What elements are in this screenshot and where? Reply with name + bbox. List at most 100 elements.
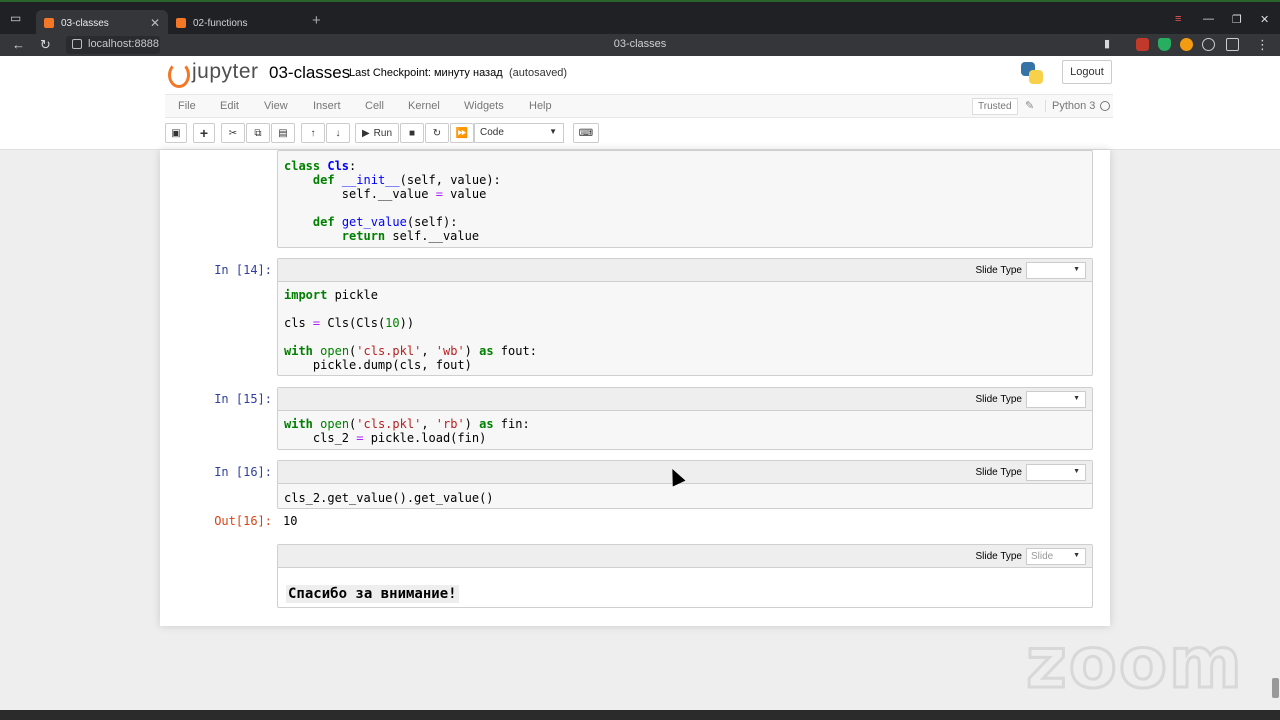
slide-toolbar: Slide Type Slide ▼ — [278, 545, 1092, 568]
zoom-watermark: zoom — [1025, 621, 1244, 706]
bookmark-icon[interactable]: ▮ — [1104, 37, 1110, 50]
slide-type-label: Slide Type — [975, 467, 1022, 478]
page-title: 03-classes — [613, 38, 667, 50]
code-cell-14[interactable]: Slide Type ▼ import pickle cls = Cls(Cls… — [277, 258, 1093, 376]
reload-icon[interactable]: ↻ — [40, 37, 51, 53]
tab-label: 03-classes — [61, 17, 109, 29]
extension-icon[interactable] — [1136, 38, 1149, 51]
plus-icon: + — [199, 125, 209, 141]
python-logo-icon — [1019, 60, 1045, 86]
menu-help[interactable]: Help — [529, 100, 552, 112]
minimize-icon[interactable]: — — [1203, 13, 1214, 25]
browser-tab-bar: ▭ 03-classes ✕ 02-functions + ≡ — ❐ ✕ — [0, 0, 1280, 36]
copy-button[interactable]: ⧉ — [246, 123, 270, 143]
fast-forward-icon: ⏩ — [455, 127, 469, 139]
menu-bar: File Edit View Insert Cell Kernel Widget… — [165, 94, 1113, 118]
chevron-down-icon: ▼ — [1073, 468, 1080, 475]
notebook-toolbar: ▣ + ✂ ⧉ ▤ ↑ ↓ ▶ Run ■ ↻ ⏩ Code ▼ ⌨ — [165, 122, 1113, 146]
site-info-icon[interactable] — [72, 39, 82, 49]
slide-type-select[interactable]: ▼ — [1026, 262, 1086, 279]
new-tab-icon[interactable]: + — [312, 12, 321, 29]
trusted-indicator[interactable]: Trusted — [972, 98, 1018, 115]
menu-widgets[interactable]: Widgets — [464, 100, 504, 112]
slide-type-label: Slide Type — [975, 551, 1022, 562]
step-forward-icon: ▶ — [361, 127, 370, 139]
menu-edit[interactable]: Edit — [220, 100, 239, 112]
extension-icon[interactable] — [1180, 38, 1193, 51]
copy-icon: ⧉ — [254, 127, 262, 139]
restart-icon: ↻ — [432, 127, 442, 139]
notebook-area[interactable]: class Cls: def __init__(self, value): se… — [0, 150, 1280, 710]
tab-close-icon[interactable]: ✕ — [150, 16, 160, 30]
cell-16-prompt: In [16]: — [214, 465, 272, 479]
move-up-button[interactable]: ↑ — [301, 123, 325, 143]
pencil-icon[interactable]: ✎ — [1025, 99, 1034, 112]
cell-14-prompt: In [14]: — [214, 263, 272, 277]
save-button[interactable]: ▣ — [165, 123, 187, 143]
more-icon[interactable]: ⋮ — [1256, 37, 1269, 53]
cell-type-select[interactable]: Code ▼ — [474, 123, 564, 143]
code-input[interactable]: with open('cls.pkl', 'rb') as fin: cls_2… — [284, 417, 530, 445]
paste-button[interactable]: ▤ — [271, 123, 295, 143]
chevron-down-icon: ▼ — [1073, 395, 1080, 402]
logout-button[interactable]: Logout — [1062, 60, 1112, 84]
slide-toolbar: Slide Type ▼ — [278, 259, 1092, 282]
scrollbar-thumb[interactable] — [1272, 678, 1279, 698]
tab-label: 02-functions — [193, 17, 248, 29]
scrollbar[interactable] — [1271, 150, 1280, 710]
cut-button[interactable]: ✂ — [221, 123, 245, 143]
menu-insert[interactable]: Insert — [313, 100, 341, 112]
menu-kernel[interactable]: Kernel — [408, 100, 440, 112]
url-field[interactable]: localhost:8888 — [66, 36, 160, 54]
insert-cell-button[interactable]: + — [193, 123, 215, 143]
move-down-button[interactable]: ↓ — [326, 123, 350, 143]
menu-cell[interactable]: Cell — [365, 100, 384, 112]
keyboard-icon: ⌨ — [578, 127, 594, 139]
notebook-page: class Cls: def __init__(self, value): se… — [160, 150, 1110, 626]
run-button[interactable]: ▶ Run — [355, 123, 399, 143]
back-icon[interactable]: ← — [12, 37, 25, 52]
command-palette-button[interactable]: ⌨ — [573, 123, 599, 143]
jupyter-logo-icon — [166, 60, 190, 88]
slide-type-select[interactable]: ▼ — [1026, 464, 1086, 481]
jupyter-favicon-icon — [176, 18, 186, 28]
arrow-up-icon: ↑ — [310, 127, 316, 139]
kernel-name: Python 3 — [1045, 100, 1095, 112]
code-cell-16[interactable]: Slide Type ▼ cls_2.get_value().get_value… — [277, 460, 1093, 509]
code-cell-15[interactable]: Slide Type ▼ with open('cls.pkl', 'rb') … — [277, 387, 1093, 450]
restart-button[interactable]: ↻ — [425, 123, 449, 143]
jupyter-logo-text: jupyter — [192, 60, 259, 83]
restart-run-all-button[interactable]: ⏩ — [450, 123, 474, 143]
arrow-down-icon: ↓ — [335, 127, 341, 139]
jupyter-logo[interactable]: jupyter — [166, 60, 259, 88]
restore-icon[interactable]: ❐ — [1232, 13, 1242, 26]
slide-type-select[interactable]: Slide ▼ — [1026, 548, 1086, 565]
extension-icon[interactable] — [1226, 38, 1239, 51]
jupyter-favicon-icon — [44, 18, 54, 28]
menu-file[interactable]: File — [178, 100, 196, 112]
save-icon: ▣ — [171, 127, 181, 139]
cell-type-value: Code — [480, 127, 504, 138]
notebook-name[interactable]: 03-classes — [269, 63, 350, 83]
cell-16-output-prompt: Out[16]: — [214, 514, 272, 528]
slide-type-value: Slide — [1031, 551, 1054, 562]
menu-icon[interactable]: ≡ — [1175, 13, 1181, 25]
shield-extension-icon[interactable] — [1158, 38, 1171, 51]
chevron-down-icon: ▼ — [1073, 266, 1080, 273]
close-window-icon[interactable]: ✕ — [1260, 13, 1269, 26]
tab-03-classes[interactable]: 03-classes ✕ — [36, 10, 168, 36]
url-text: localhost:8888 — [88, 38, 159, 50]
code-input[interactable]: cls_2.get_value().get_value() — [284, 491, 494, 505]
menu-view[interactable]: View — [264, 100, 288, 112]
atom-extension-icon[interactable] — [1202, 38, 1215, 51]
window-menu-icon[interactable]: ▭ — [10, 11, 21, 25]
tab-02-functions[interactable]: 02-functions — [168, 10, 306, 36]
markdown-cell[interactable]: Slide Type Slide ▼ Спасибо за внимание! — [277, 544, 1093, 608]
code-input[interactable]: class Cls: def __init__(self, value): se… — [284, 159, 501, 243]
code-cell-class-definition[interactable]: class Cls: def __init__(self, value): se… — [277, 150, 1093, 248]
code-input[interactable]: import pickle cls = Cls(Cls(10)) with op… — [284, 288, 537, 372]
cell-15-prompt: In [15]: — [214, 392, 272, 406]
jupyter-header: jupyter 03-classes Last Checkpoint: мину… — [0, 56, 1280, 150]
slide-type-select[interactable]: ▼ — [1026, 391, 1086, 408]
interrupt-button[interactable]: ■ — [400, 123, 424, 143]
